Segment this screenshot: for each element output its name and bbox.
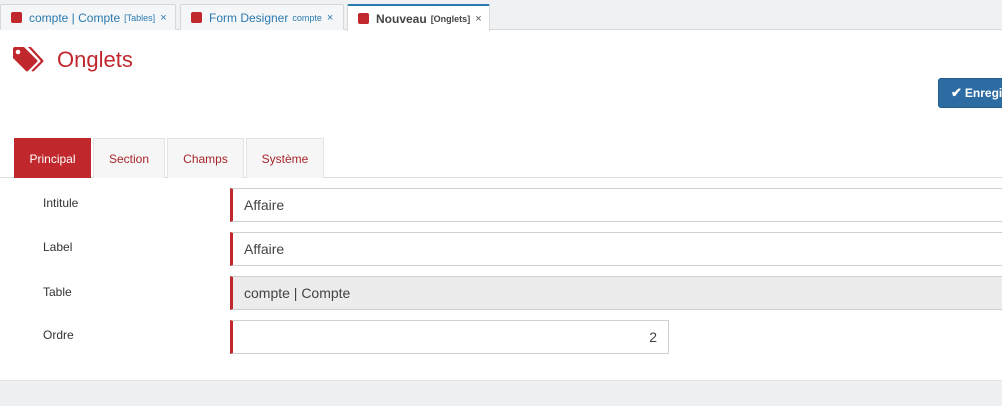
doc-tab-compte-tables[interactable]: compte | Compte [Tables] × [0,4,176,30]
tab-section[interactable]: Section [93,138,165,178]
doc-tab-nouveau-onglets[interactable]: Nouveau [Onglets] × [347,4,490,31]
close-icon[interactable]: × [160,12,166,24]
tab-systeme[interactable]: Système [246,138,324,178]
check-icon: ✔ [951,85,962,100]
close-icon[interactable]: × [475,13,481,25]
label-label: Label [43,240,73,254]
form-icon [191,12,202,23]
intitule-label: Intitule [43,196,79,210]
form-tab-bar: Principal Section Champs Système [0,138,1002,178]
tags-icon [13,47,44,72]
table-field: compte | Compte [230,276,1002,310]
label-field[interactable]: Affaire [230,232,1002,266]
ordre-field[interactable]: 2 [230,320,669,354]
intitule-field[interactable]: Affaire [230,188,1002,222]
tab-champs[interactable]: Champs [167,138,244,178]
footer-band [0,380,1002,406]
close-icon[interactable]: × [327,12,333,24]
ordre-label: Ordre [43,328,74,342]
document-tab-strip: compte | Compte [Tables] × Form Designer… [0,0,1002,31]
page-header: Onglets [12,44,133,76]
table-label: Table [43,285,72,299]
doc-tab-form-designer[interactable]: Form Designer compte × [180,4,344,30]
table-icon [11,12,22,23]
doc-tab-subtitle: [Tables] [124,12,156,23]
doc-tab-subtitle: compte [292,12,322,23]
tab-principal[interactable]: Principal [14,138,91,178]
save-button-label: Enregistrer [964,86,1002,100]
tab-icon [358,13,369,24]
doc-tab-title: Form Designer [209,10,289,25]
save-button[interactable]: ✔ Enregistrer [938,78,1002,108]
page-title: Onglets [57,47,133,72]
doc-tab-title: Nouveau [376,11,427,26]
doc-tab-subtitle: [Onglets] [430,13,471,24]
doc-tab-title: compte | Compte [29,10,121,25]
